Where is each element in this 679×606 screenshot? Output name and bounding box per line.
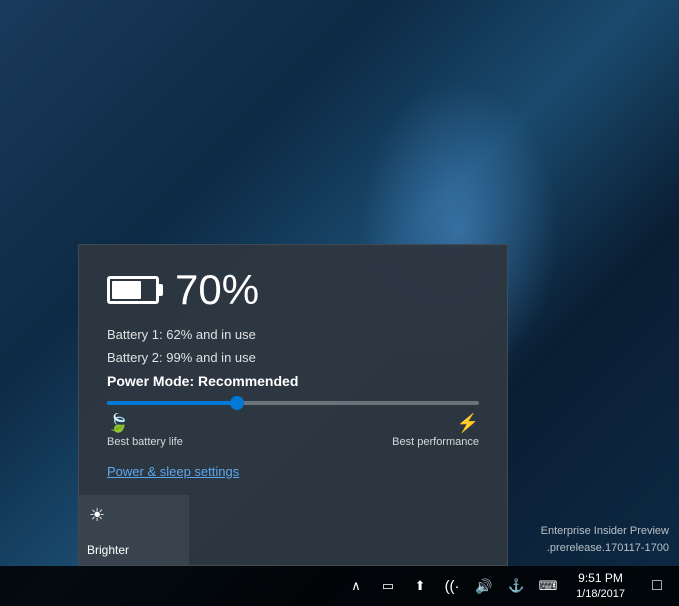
slider-label-battery-life: 🍃 Best battery life: [107, 413, 183, 448]
battery2-detail: Battery 2: 99% and in use: [107, 350, 479, 365]
battery-header: 70%: [107, 269, 479, 311]
display-icon: ⬆: [415, 578, 426, 594]
battery-fill: [112, 281, 141, 299]
power-mode-slider[interactable]: [107, 401, 479, 405]
battery-tray-icon[interactable]: ▭: [374, 568, 402, 604]
speaker-icon: 🔊: [475, 578, 492, 595]
power-sleep-settings-link[interactable]: Power & sleep settings: [107, 464, 479, 479]
slider-thumb[interactable]: [230, 396, 244, 410]
chevron-up-icon: ∧: [351, 578, 361, 594]
battery-percentage: 70%: [175, 269, 259, 311]
slider-fill: [107, 401, 237, 405]
brighter-icon: ☀: [89, 505, 105, 526]
chain-link-icon: ⚓: [508, 578, 524, 594]
keyboard-layout-icon: ⌨: [539, 578, 558, 594]
quick-actions-bar: ☀ Brighter: [79, 495, 507, 565]
notification-icon: □: [652, 577, 662, 595]
power-mode-label: Power Mode: Recommended: [107, 373, 479, 389]
taskbar: ∧ ▭ ⬆ ((· 🔊: [0, 566, 679, 606]
wifi-signal-icon: ((·: [445, 578, 460, 595]
brighter-tile[interactable]: ☀ Brighter: [79, 495, 189, 565]
performance-text: Best performance: [392, 436, 479, 448]
battery-icon: [107, 276, 159, 304]
battery-life-icon: 🍃: [107, 413, 129, 434]
enterprise-label: Enterprise Insider Preview .prerelease.1…: [541, 523, 669, 556]
slider-labels: 🍃 Best battery life ⚡ Best performance: [107, 413, 479, 448]
volume-button[interactable]: 🔊: [470, 568, 498, 604]
battery-life-text: Best battery life: [107, 436, 183, 448]
slider-label-performance: ⚡ Best performance: [392, 413, 479, 448]
screen-action-icon[interactable]: ⬆: [406, 568, 434, 604]
performance-icon: ⚡: [457, 413, 479, 434]
action-center-button[interactable]: □: [639, 568, 675, 604]
battery-small-icon: ▭: [382, 578, 394, 594]
show-hidden-icons-button[interactable]: ∧: [342, 568, 370, 604]
clock-date: 1/18/2017: [576, 587, 625, 601]
battery1-detail: Battery 1: 62% and in use: [107, 327, 479, 342]
keyboard-icon[interactable]: ⌨: [534, 568, 562, 604]
brighter-label: Brighter: [87, 543, 129, 557]
desktop: Enterprise Insider Preview .prerelease.1…: [0, 0, 679, 606]
clock[interactable]: 9:51 PM 1/18/2017: [568, 566, 633, 606]
battery-popup: 70% Battery 1: 62% and in use Battery 2:…: [78, 244, 508, 566]
taskbar-right: ∧ ▭ ⬆ ((· 🔊: [342, 566, 679, 606]
slider-track: [107, 401, 479, 405]
wifi-icon[interactable]: ((·: [438, 568, 466, 604]
network-icon[interactable]: ⚓: [502, 568, 530, 604]
clock-time: 9:51 PM: [578, 571, 623, 587]
system-tray: ∧ ▭ ⬆ ((· 🔊: [342, 566, 562, 606]
